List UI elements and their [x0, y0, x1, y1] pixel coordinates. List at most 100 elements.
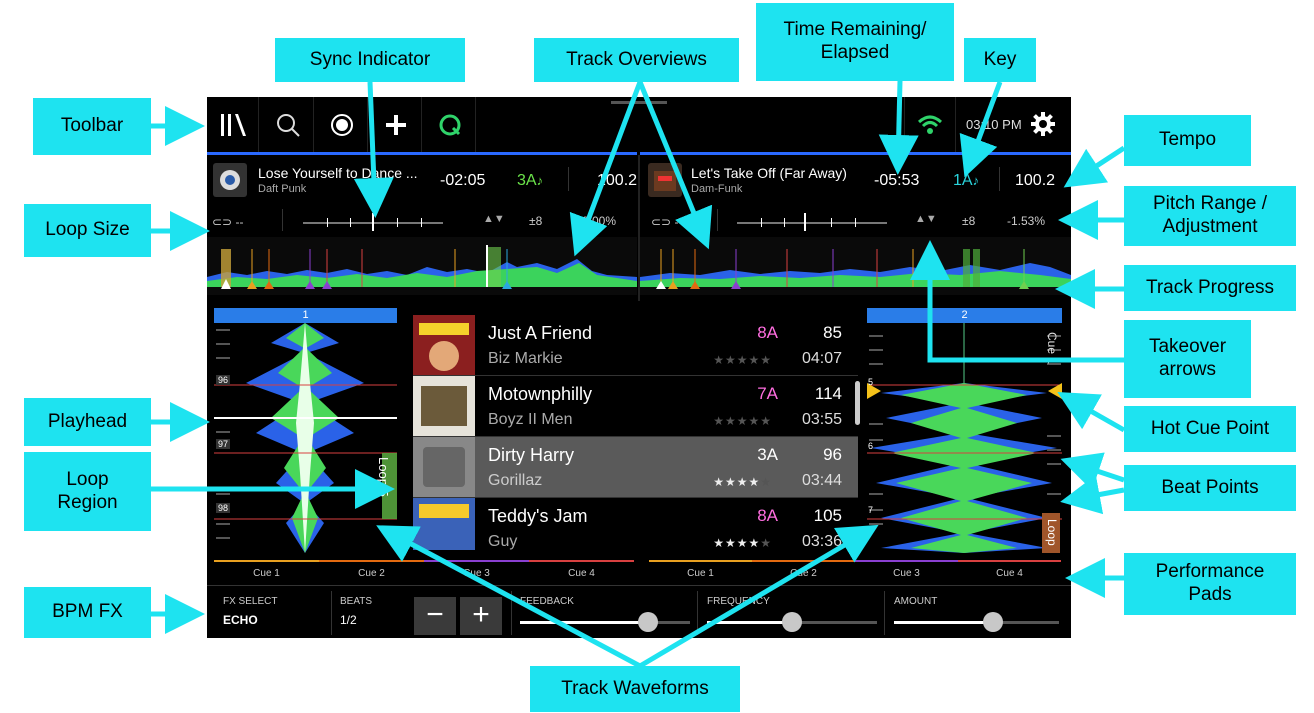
feedback-slider-knob[interactable]	[638, 612, 658, 632]
callout-track-progress: Track Progress	[1124, 265, 1296, 311]
track-artist: Biz Markie	[488, 350, 563, 367]
track-artist: Guy	[488, 533, 518, 550]
deck2-pad-4[interactable]: Cue 4	[958, 568, 1061, 579]
track-rating[interactable]: ★★★★★	[713, 536, 772, 550]
track-bpm: 85	[823, 323, 842, 342]
callout-key: Key	[964, 38, 1036, 82]
deck2-beat-7: 7	[868, 505, 874, 515]
record-icon[interactable]	[316, 97, 368, 152]
deck2-track-overview[interactable]	[640, 237, 1071, 295]
deck2-loop-size[interactable]: ⊂⊃ --	[651, 215, 682, 229]
deck2-sync-indicator	[737, 222, 887, 224]
clock: 03:10 PM	[966, 117, 1022, 132]
callout-sync-indicator: Sync Indicator	[275, 38, 465, 82]
deck1-pitch-range[interactable]: ±8	[529, 214, 542, 228]
track-artist: Gorillaz	[488, 472, 543, 489]
deck2-pad-1[interactable]: Cue 1	[649, 568, 752, 579]
track-time: 03:55	[801, 411, 842, 428]
note-icon: ♪	[972, 173, 980, 188]
beats-value[interactable]: 1/2	[340, 613, 357, 627]
track-title: Dirty Harry	[488, 445, 574, 465]
deck2-pad-2[interactable]: Cue 2	[752, 568, 855, 579]
gear-icon[interactable]	[1030, 111, 1056, 142]
deck2-pads	[649, 560, 1061, 562]
callout-performance-pads: Performance Pads	[1124, 553, 1296, 615]
deck1-pads	[214, 560, 634, 562]
track-artist: Boyz II Men	[488, 411, 573, 428]
track-time: 04:07	[801, 350, 842, 367]
deck2-artist: Dam-Funk	[691, 183, 743, 195]
frequency-slider-fill	[707, 621, 792, 624]
callout-loop-region: Loop Region	[24, 452, 151, 531]
deck1-loop-label: Loop 5	[376, 457, 391, 497]
deck2-pad-3[interactable]: Cue 3	[855, 568, 958, 579]
deck1-pad-3[interactable]: Cue 3	[424, 568, 529, 579]
deck1-pad-4[interactable]: Cue 4	[529, 568, 634, 579]
deck2-artwork[interactable]	[648, 163, 682, 197]
feedback-slider-fill	[520, 621, 648, 624]
deck1-time[interactable]: -02:05	[440, 172, 485, 190]
takeover-arrows-icon: ▲▼	[483, 213, 505, 225]
deck1-loop-size-value: --	[235, 215, 244, 229]
list-scrollbar[interactable]	[855, 381, 860, 425]
deck2-bpm[interactable]: 100.2	[1015, 172, 1055, 190]
deck1-pitch[interactable]: 0.00%	[582, 214, 616, 228]
deck1-pad-1[interactable]: Cue 1	[214, 568, 319, 579]
track-bpm: 105	[813, 506, 842, 525]
device-screen: 03:10 PM Lose Yourself to Dance ... Daft…	[207, 97, 1071, 638]
wifi-icon[interactable]	[904, 97, 956, 152]
deck2-title: Let's Take Off (Far Away)	[691, 165, 847, 181]
track-row[interactable]: Motownphilly Boyz II Men 7A 114 ★★★★★ 03…	[413, 376, 858, 437]
search-icon[interactable]	[262, 97, 314, 152]
deck1-track-waveform[interactable]	[214, 323, 397, 553]
deck1-pad-2[interactable]: Cue 2	[319, 568, 424, 579]
frequency-slider-knob[interactable]	[782, 612, 802, 632]
takeover-arrows-icon: ▲▼	[915, 213, 937, 225]
quantize-icon[interactable]	[424, 97, 476, 152]
deck1-title: Lose Yourself to Dance ...	[258, 165, 418, 181]
deck1-loop-size[interactable]: ⊂⊃ --	[212, 215, 243, 229]
track-key: 3A	[757, 445, 778, 464]
track-row[interactable]: Teddy's Jam Guy 8A 105 ★★★★★ 03:36	[413, 498, 858, 550]
callout-toolbar: Toolbar	[33, 98, 151, 155]
deck2-beat-6: 6	[868, 441, 874, 451]
callout-tempo: Tempo	[1124, 115, 1251, 166]
deck2-loop-size-value: --	[674, 215, 683, 229]
beats-minus-button[interactable]: −	[414, 597, 456, 635]
fx-select-value[interactable]: ECHO	[223, 613, 258, 627]
deck2-pitch[interactable]: -1.53%	[1007, 214, 1045, 228]
beats-plus-button[interactable]: +	[460, 597, 502, 635]
drawer-handle[interactable]	[611, 101, 667, 104]
track-key: 8A	[757, 323, 778, 342]
split-view-icon[interactable]	[370, 97, 422, 152]
album-art	[413, 315, 475, 375]
loop-icon: ⊂⊃	[651, 215, 672, 229]
track-rating[interactable]: ★★★★★	[713, 475, 772, 489]
deck2-key: 1A♪	[953, 172, 979, 190]
amount-slider-knob[interactable]	[983, 612, 1003, 632]
deck2-number: 2	[867, 308, 1062, 323]
track-rating[interactable]: ★★★★★	[713, 414, 772, 428]
library-icon[interactable]	[207, 97, 259, 152]
album-art	[413, 437, 475, 497]
deck2-time[interactable]: -05:53	[874, 172, 919, 190]
deck2-pitch-range[interactable]: ±8	[962, 214, 975, 228]
track-row-selected[interactable]: Dirty Harry Gorillaz 3A 96 ★★★★★ 03:44	[413, 437, 858, 498]
deck1-track-overview[interactable]	[207, 237, 637, 295]
deck1-number: 1	[214, 308, 397, 323]
track-rating[interactable]: ★★★★★	[713, 353, 772, 367]
deck2-sync-needle	[804, 213, 806, 231]
album-art	[413, 376, 475, 436]
deck2-track-waveform[interactable]	[867, 323, 1062, 553]
callout-takeover-arrows: Takeover arrows	[1124, 320, 1251, 398]
deck1-bpm[interactable]: 100.2	[597, 172, 637, 190]
track-title: Motownphilly	[488, 384, 593, 404]
fx-select-label: FX SELECT	[223, 596, 278, 607]
beats-label: BEATS	[340, 596, 373, 607]
deck1-artwork[interactable]	[213, 163, 247, 197]
deck2-loop-label: Loop	[1045, 519, 1059, 546]
track-row[interactable]: Just A Friend Biz Markie 8A 85 ★★★★★ 04:…	[413, 315, 858, 376]
callout-bpm-fx: BPM FX	[24, 587, 151, 638]
feedback-label: FEEDBACK	[520, 596, 574, 607]
deck1-key: 3A♪	[517, 172, 543, 190]
